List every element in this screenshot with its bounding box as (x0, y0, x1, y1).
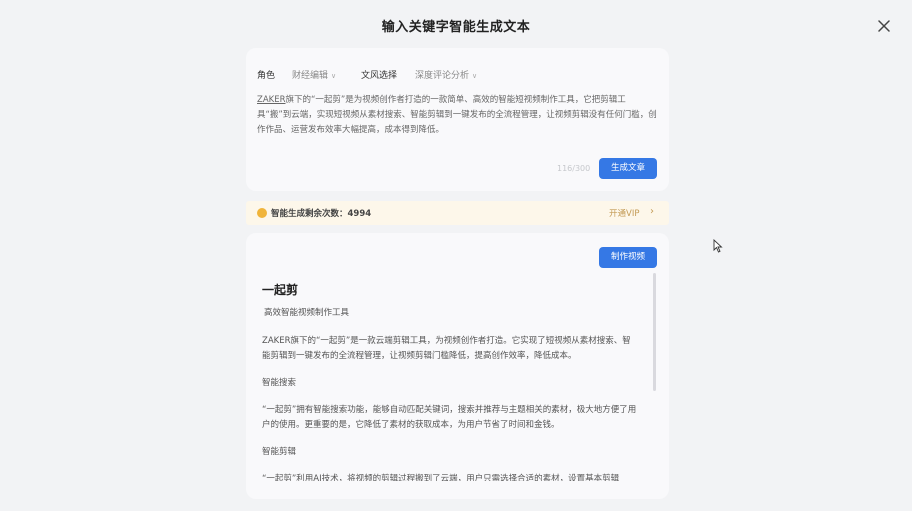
article-paragraph: “一起剪”拥有智能搜索功能，能够自动匹配关键词，搜索并推荐与主题相关的素材，极大… (262, 405, 637, 430)
open-vip-link[interactable]: 开通VIP (609, 207, 639, 219)
role-value: 财经编辑 (292, 71, 329, 81)
close-icon[interactable] (874, 16, 894, 36)
result-card: 制作视频 一起剪 高效智能视频制作工具 ZAKER旗下的“一起剪”是一款云端剪辑… (246, 233, 669, 499)
role-label: 角色 (257, 71, 276, 81)
role-select[interactable]: 财经编辑 ∨ (292, 68, 336, 81)
style-value: 深度评论分析 (415, 71, 470, 81)
close-button[interactable] (874, 16, 894, 36)
quota-text: 智能生成剩余次数：4994 (271, 209, 372, 219)
generate-button[interactable]: 生成文章 (599, 158, 657, 179)
dialog-title: 输入关键字智能生成文本 (381, 20, 531, 35)
style-label: 文风选择 (361, 71, 398, 81)
article-title: 一起剪 (262, 283, 299, 297)
char-counter: 116/300 (557, 164, 591, 173)
prompt-card: 角色 财经编辑 ∨ 文风选择 深度评论分析 ∨ ZAKER旗下的“一起剪”是为视频创… (246, 48, 669, 191)
chevron-down-icon: ∨ (331, 72, 337, 80)
chevron-down-icon: ∨ (472, 72, 478, 80)
article-paragraph: ZAKER旗下的“一起剪”是一款云端剪辑工具，为视频创作者打造。它实现了短视频从… (262, 336, 631, 361)
section-heading-search: 智能搜索 (262, 378, 297, 388)
coin-icon (257, 208, 267, 218)
prompt-brand: ZAKER (257, 95, 286, 105)
article-content[interactable]: 一起剪 高效智能视频制作工具 ZAKER旗下的“一起剪”是一款云端剪辑工具，为视… (262, 275, 646, 481)
prompt-input[interactable]: ZAKER旗下的“一起剪”是为视频创作者打造的一款简单、高效的智能短视频制作工具… (257, 93, 657, 138)
style-select[interactable]: 深度评论分析 ∨ (415, 68, 477, 81)
quota-banner: 智能生成剩余次数：4994 开通VIP › (246, 201, 669, 225)
article-paragraph: “一起剪”利用AI技术，将视频的剪辑过程搬到了云端，用户只需选择合适的素材，设置… (262, 474, 620, 481)
prompt-text: 旗下的“一起剪”是为视频创作者打造的一款简单、高效的智能短视频制作工具，它把剪辑… (257, 95, 657, 135)
mouse-pointer-icon (713, 238, 723, 257)
make-video-button[interactable]: 制作视频 (599, 247, 657, 268)
article-subtitle: 高效智能视频制作工具 (264, 308, 350, 318)
chevron-right-icon[interactable]: › (650, 206, 654, 217)
scrollbar[interactable] (653, 273, 656, 391)
section-heading-edit: 智能剪辑 (262, 447, 297, 457)
